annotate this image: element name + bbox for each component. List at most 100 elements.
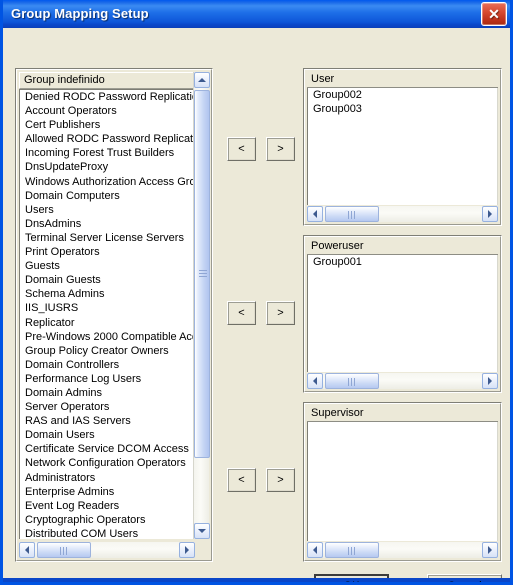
- scroll-left-button[interactable]: [307, 206, 323, 222]
- list-item[interactable]: Network Configuration Operators: [20, 456, 194, 470]
- available-groups-horizontal-scrollbar[interactable]: [19, 542, 195, 558]
- remove-from-supervisor-button[interactable]: <: [227, 468, 256, 492]
- list-item[interactable]: Terminal Server License Servers: [20, 231, 194, 245]
- window-title: Group Mapping Setup: [11, 6, 149, 21]
- scroll-grip-icon: [348, 547, 356, 555]
- role-panel-supervisor: Supervisor: [303, 402, 502, 562]
- role-header-user: User: [307, 72, 498, 88]
- horizontal-scroll-thumb[interactable]: [37, 542, 91, 558]
- role-listbox-user[interactable]: Group002 Group003: [307, 88, 498, 205]
- available-groups-panel: Group indefinido Denied RODC Password Re…: [15, 68, 213, 562]
- add-to-user-button[interactable]: >: [266, 137, 295, 161]
- role-user-horizontal-scrollbar[interactable]: [307, 206, 498, 222]
- scroll-grip-icon: [199, 270, 207, 278]
- list-item[interactable]: Administrators: [20, 471, 194, 485]
- available-groups-header: Group indefinido: [19, 72, 195, 89]
- remove-from-user-button[interactable]: <: [227, 137, 256, 161]
- list-item[interactable]: Distributed COM Users: [20, 527, 194, 539]
- horizontal-scroll-thumb[interactable]: [325, 542, 379, 558]
- remove-from-poweruser-button[interactable]: <: [227, 301, 256, 325]
- available-groups-vertical-scrollbar[interactable]: [193, 72, 210, 539]
- list-item[interactable]: Pre-Windows 2000 Compatible Acces: [20, 330, 194, 344]
- list-item[interactable]: RAS and IAS Servers: [20, 414, 194, 428]
- role-supervisor-horizontal-scrollbar[interactable]: [307, 542, 498, 558]
- chevron-up-icon: [198, 78, 206, 82]
- list-item[interactable]: Performance Log Users: [20, 372, 194, 386]
- add-to-poweruser-button[interactable]: >: [266, 301, 295, 325]
- role-header-poweruser: Poweruser: [307, 239, 498, 255]
- ok-button-label: OK: [344, 580, 360, 583]
- add-to-supervisor-button[interactable]: >: [266, 468, 295, 492]
- scroll-right-button[interactable]: [179, 542, 195, 558]
- list-item[interactable]: Enterprise Admins: [20, 485, 194, 499]
- list-item[interactable]: Group001: [308, 255, 497, 269]
- list-item[interactable]: Domain Guests: [20, 273, 194, 287]
- transfer-buttons-supervisor: < >: [227, 468, 295, 492]
- group-mapping-setup-dialog: Group Mapping Setup ✕ Group indefinido D…: [0, 0, 513, 585]
- scroll-left-button[interactable]: [19, 542, 35, 558]
- role-listbox-supervisor[interactable]: [307, 422, 498, 541]
- chevron-right-icon: [488, 210, 492, 218]
- chevron-right-icon: [488, 546, 492, 554]
- available-groups-listbox[interactable]: Denied RODC Password Replication GAccoun…: [19, 89, 195, 539]
- window-bottom-edge: [3, 578, 510, 582]
- list-item[interactable]: Print Operators: [20, 245, 194, 259]
- role-header-supervisor: Supervisor: [307, 406, 498, 422]
- scroll-left-button[interactable]: [307, 542, 323, 558]
- list-item[interactable]: DnsUpdateProxy: [20, 160, 194, 174]
- scroll-down-button[interactable]: [194, 523, 210, 539]
- vertical-scroll-thumb[interactable]: [194, 90, 210, 458]
- list-item[interactable]: Cert Publishers: [20, 118, 194, 132]
- chevron-left-icon: [313, 210, 317, 218]
- list-item[interactable]: Domain Controllers: [20, 358, 194, 372]
- transfer-buttons-user: < >: [227, 137, 295, 161]
- list-item[interactable]: Domain Computers: [20, 189, 194, 203]
- list-item[interactable]: Incoming Forest Trust Builders: [20, 146, 194, 160]
- role-panel-poweruser: Poweruser Group001: [303, 235, 502, 393]
- chevron-right-icon: [488, 377, 492, 385]
- list-item[interactable]: Schema Admins: [20, 287, 194, 301]
- list-item[interactable]: Account Operators: [20, 104, 194, 118]
- scroll-right-button[interactable]: [482, 542, 498, 558]
- list-item[interactable]: Group002: [308, 88, 497, 102]
- title-bar: Group Mapping Setup ✕: [3, 0, 510, 28]
- list-item[interactable]: IIS_IUSRS: [20, 301, 194, 315]
- role-listbox-poweruser[interactable]: Group001: [307, 255, 498, 372]
- horizontal-scroll-thumb[interactable]: [325, 206, 379, 222]
- dialog-client-area: Group indefinido Denied RODC Password Re…: [3, 28, 510, 582]
- list-item[interactable]: Group Policy Creator Owners: [20, 344, 194, 358]
- close-button[interactable]: ✕: [481, 2, 507, 26]
- chevron-left-icon: [25, 546, 29, 554]
- scroll-grip-icon: [348, 211, 356, 219]
- list-item[interactable]: Event Log Readers: [20, 499, 194, 513]
- chevron-right-icon: [185, 546, 189, 554]
- role-panel-supervisor-inner: Supervisor: [304, 403, 501, 561]
- list-item[interactable]: Allowed RODC Password Replication: [20, 132, 194, 146]
- list-item[interactable]: Replicator: [20, 316, 194, 330]
- list-item[interactable]: Domain Admins: [20, 386, 194, 400]
- chevron-left-icon: [313, 377, 317, 385]
- horizontal-scroll-thumb[interactable]: [325, 373, 379, 389]
- role-panel-user-inner: User Group002 Group003: [304, 69, 501, 225]
- scroll-right-button[interactable]: [482, 206, 498, 222]
- list-item[interactable]: Server Operators: [20, 400, 194, 414]
- list-item[interactable]: Windows Authorization Access Group: [20, 175, 194, 189]
- scroll-grip-icon: [348, 378, 356, 386]
- scroll-grip-icon: [60, 547, 68, 555]
- available-groups-panel-inner: Group indefinido Denied RODC Password Re…: [16, 69, 212, 561]
- list-item[interactable]: Certificate Service DCOM Access: [20, 442, 194, 456]
- list-item[interactable]: Guests: [20, 259, 194, 273]
- list-item[interactable]: Group003: [308, 102, 497, 116]
- scroll-right-button[interactable]: [482, 373, 498, 389]
- list-item[interactable]: Users: [20, 203, 194, 217]
- chevron-left-icon: [313, 546, 317, 554]
- list-item[interactable]: Denied RODC Password Replication G: [20, 90, 194, 104]
- list-item[interactable]: Domain Users: [20, 428, 194, 442]
- scroll-left-button[interactable]: [307, 373, 323, 389]
- list-item[interactable]: DnsAdmins: [20, 217, 194, 231]
- close-icon: ✕: [488, 6, 500, 22]
- scroll-up-button[interactable]: [194, 72, 210, 88]
- role-poweruser-horizontal-scrollbar[interactable]: [307, 373, 498, 389]
- list-item[interactable]: Cryptographic Operators: [20, 513, 194, 527]
- chevron-down-icon: [198, 529, 206, 533]
